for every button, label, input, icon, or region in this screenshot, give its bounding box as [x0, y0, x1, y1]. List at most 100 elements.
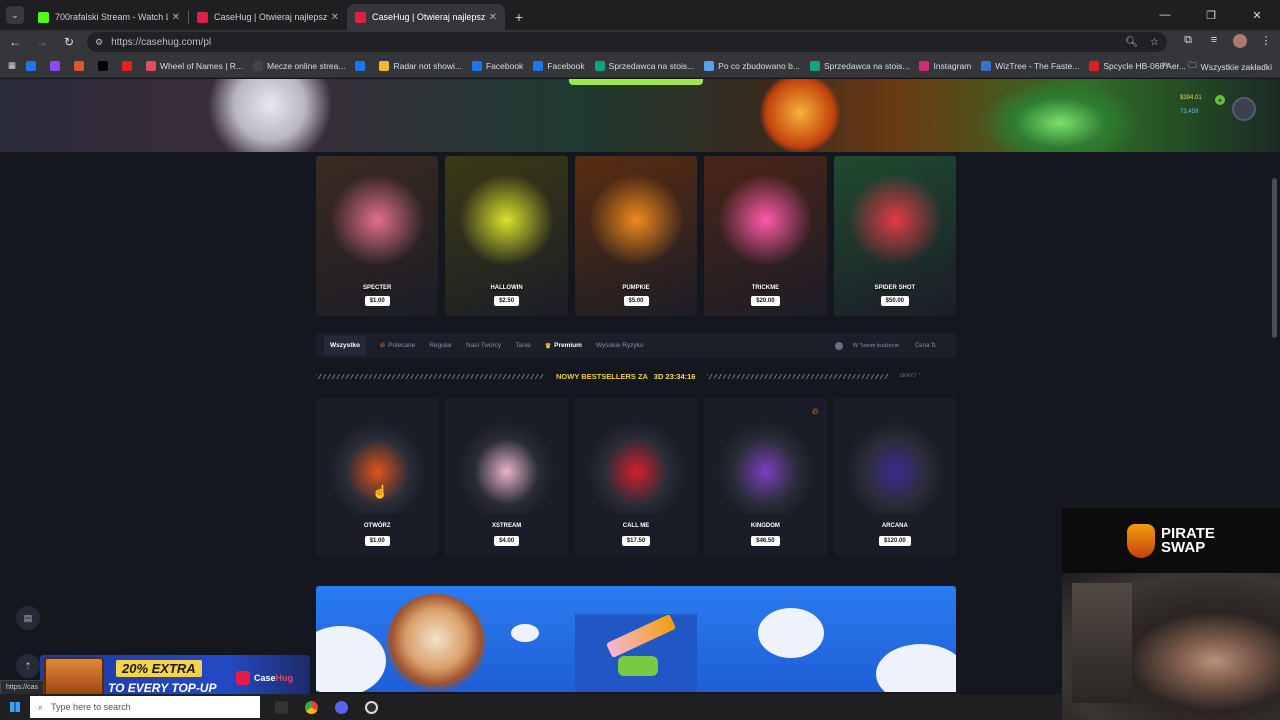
close-window-icon[interactable]: ✕ — [1234, 0, 1280, 30]
bookmark-item[interactable]: Sprzedawca na stois... — [594, 60, 694, 71]
filter-tab-0[interactable]: Wszystko — [324, 336, 366, 355]
filter-tab-3[interactable]: Nasi Twórcy — [466, 342, 501, 349]
event-case-card[interactable]: SPIDER SHOT $50.00 — [833, 156, 957, 316]
filter-tab-2[interactable]: Regular — [429, 342, 452, 349]
event-case-card[interactable]: PUMPKIE $5.00 — [574, 156, 698, 316]
all-bookmarks-button[interactable]: 🗀 Wszystkie zakładki — [1188, 60, 1272, 74]
bookmark-item[interactable]: Instagram — [919, 60, 971, 71]
user-avatar[interactable] — [1232, 97, 1256, 121]
site-info-icon[interactable]: ⚙ — [95, 37, 103, 48]
bookmark-item[interactable]: Spcycle HB-068 Aer... — [1089, 60, 1186, 71]
page-scrollbar[interactable] — [1272, 178, 1277, 338]
forward-icon[interactable]: → — [30, 30, 54, 54]
case-card[interactable]: 🔥︎ KINGDOM $46.50 — [704, 398, 827, 556]
tab-title: CaseHug | Otwieraj najlepsze sk — [214, 12, 327, 22]
close-icon[interactable]: ✕ — [331, 12, 339, 23]
case-name: HALLOWIN — [490, 285, 523, 291]
tab-search-button[interactable]: ⌄ — [0, 0, 30, 30]
sort-price-button[interactable]: Cena ⇅ — [915, 342, 936, 349]
apps-grid-icon[interactable]: ▦ — [8, 60, 16, 71]
bookmark-item[interactable] — [26, 60, 40, 71]
event-case-card[interactable]: SPECTER $1.00 — [316, 156, 439, 316]
case-card[interactable]: OTWÓRZ $1.00 — [316, 398, 439, 556]
bookmark-item[interactable] — [50, 60, 64, 71]
tab-0[interactable]: 700rafalski Stream - Watch Live ✕ — [30, 4, 188, 30]
balance-secondary: 73,459 — [1180, 109, 1199, 115]
bookmark-item[interactable] — [122, 60, 136, 71]
address-bar[interactable]: ⚙ https://casehug.com/pl 🔍︎ ☆ — [87, 32, 1167, 52]
hide-toggle[interactable]: UKRYJ ⌃ — [899, 373, 921, 379]
case-price-button[interactable]: $120.00 — [878, 536, 911, 546]
case-price-button[interactable]: $46.50 — [751, 536, 780, 546]
back-icon[interactable]: ← — [3, 30, 27, 54]
case-price-button[interactable]: $50.00 — [880, 296, 909, 306]
minimize-icon[interactable]: — — [1142, 0, 1188, 30]
discord-icon[interactable] — [326, 694, 356, 720]
case-card[interactable]: ARCANA $120.00 — [833, 398, 957, 556]
filter-tab-4[interactable]: Tanie — [515, 342, 531, 349]
profile-avatar[interactable] — [1227, 33, 1253, 51]
tab-2-active[interactable]: CaseHug | Otwieraj najlepsze sk ✕ — [347, 4, 505, 30]
case-price-button[interactable]: $1.00 — [364, 296, 390, 306]
case-price-button[interactable]: $5.00 — [623, 296, 649, 306]
bookmark-item[interactable]: Wheel of Names | R... — [146, 60, 243, 71]
bookmark-item[interactable]: WizTree - The Faste... — [981, 60, 1079, 71]
bookmark-item[interactable]: Facebook — [471, 60, 524, 71]
bookmarks-overflow-icon[interactable]: » — [1162, 59, 1168, 70]
bestseller-label: NOWY BESTSELLERS ZA 3D 23:34:16 — [556, 371, 696, 381]
filter-tab-1[interactable]: 🔥︎ Polecane — [380, 342, 415, 350]
extensions-icon[interactable]: ⧉ — [1175, 34, 1201, 51]
url-text[interactable]: https://casehug.com/pl — [111, 37, 1113, 48]
filter-label: Nasi Twórcy — [466, 342, 502, 349]
chrome-icon[interactable] — [296, 694, 326, 720]
promo-banner-large[interactable] — [316, 586, 956, 692]
user-balance[interactable]: $394.01 73,459 — [1180, 95, 1240, 115]
case-price-button[interactable]: $4.00 — [494, 536, 520, 546]
bookmark-item[interactable] — [98, 60, 112, 71]
scroll-top-button[interactable]: ⇡ — [16, 654, 40, 678]
new-tab-button[interactable]: + — [505, 4, 533, 30]
close-icon[interactable]: ✕ — [172, 12, 180, 23]
case-price-button[interactable]: $2.50 — [494, 296, 520, 306]
filter-tab-6[interactable]: Wysokie Ryzyko — [596, 342, 644, 349]
top-up-button[interactable]: + — [1215, 95, 1225, 105]
event-case-card[interactable]: TRICKME $20.00 — [704, 156, 827, 316]
case-card[interactable]: XSTREAM $4.00 — [445, 398, 568, 556]
case-name: OTWÓRZ — [363, 523, 391, 529]
bookmark-item[interactable]: Po co zbudowano b... — [704, 60, 800, 71]
all-bookmarks-label: Wszystkie zakładki — [1200, 62, 1272, 72]
case-card[interactable]: CALL ME $17.50 — [574, 398, 698, 556]
case-price-button[interactable]: $17.50 — [621, 536, 651, 546]
bookmark-item[interactable]: Sprzedawca na stois... — [809, 60, 909, 71]
case-price-button[interactable]: $20.00 — [751, 296, 780, 306]
bookmark-item[interactable] — [74, 60, 88, 71]
windows-start-icon[interactable] — [0, 694, 30, 720]
bookmark-item[interactable]: Radar not showi... — [379, 60, 462, 71]
bookmark-label: Facebook — [485, 60, 524, 71]
menu-icon[interactable]: ⋮ — [1253, 34, 1279, 51]
bestseller-cases-row: OTWÓRZ $1.00 XSTREAM $4.00 CALL ME $17.50 🔥︎ KI… — [316, 398, 957, 558]
case-price-button[interactable]: $1.00 — [364, 536, 390, 546]
zoom-icon[interactable]: 🔍︎ — [1125, 37, 1138, 48]
decorative-hatch — [316, 373, 544, 379]
hero-banner[interactable]: $394.01 73,459 + — [0, 79, 1280, 152]
cloud-art — [511, 624, 539, 642]
budget-toggle[interactable] — [834, 341, 843, 350]
bookmark-star-icon[interactable]: ☆ — [1150, 37, 1159, 48]
close-icon[interactable]: ✕ — [489, 12, 497, 23]
tab-1[interactable]: CaseHug | Otwieraj najlepsze sk ✕ — [189, 4, 347, 30]
pirate-icon — [1127, 523, 1156, 558]
bookmark-item[interactable] — [355, 60, 369, 71]
filter-tab-5[interactable]: ♛ Premium — [545, 342, 582, 350]
reload-icon[interactable]: ↻ — [57, 30, 81, 54]
media-controls-icon[interactable]: ≡ — [1201, 34, 1227, 51]
obs-icon[interactable] — [356, 694, 386, 720]
taskbar-search[interactable]: ⌕ Type here to search — [30, 696, 260, 718]
case-art — [716, 420, 816, 514]
restore-icon[interactable]: ❐ — [1188, 0, 1234, 30]
bookmark-item[interactable]: Mecze online strea... — [253, 60, 345, 71]
terminal-icon[interactable] — [266, 694, 296, 720]
chat-button[interactable]: ▤ — [16, 606, 40, 630]
event-case-card[interactable]: HALLOWIN $2.50 — [445, 156, 568, 316]
bookmark-item[interactable]: Facebook — [533, 60, 585, 71]
